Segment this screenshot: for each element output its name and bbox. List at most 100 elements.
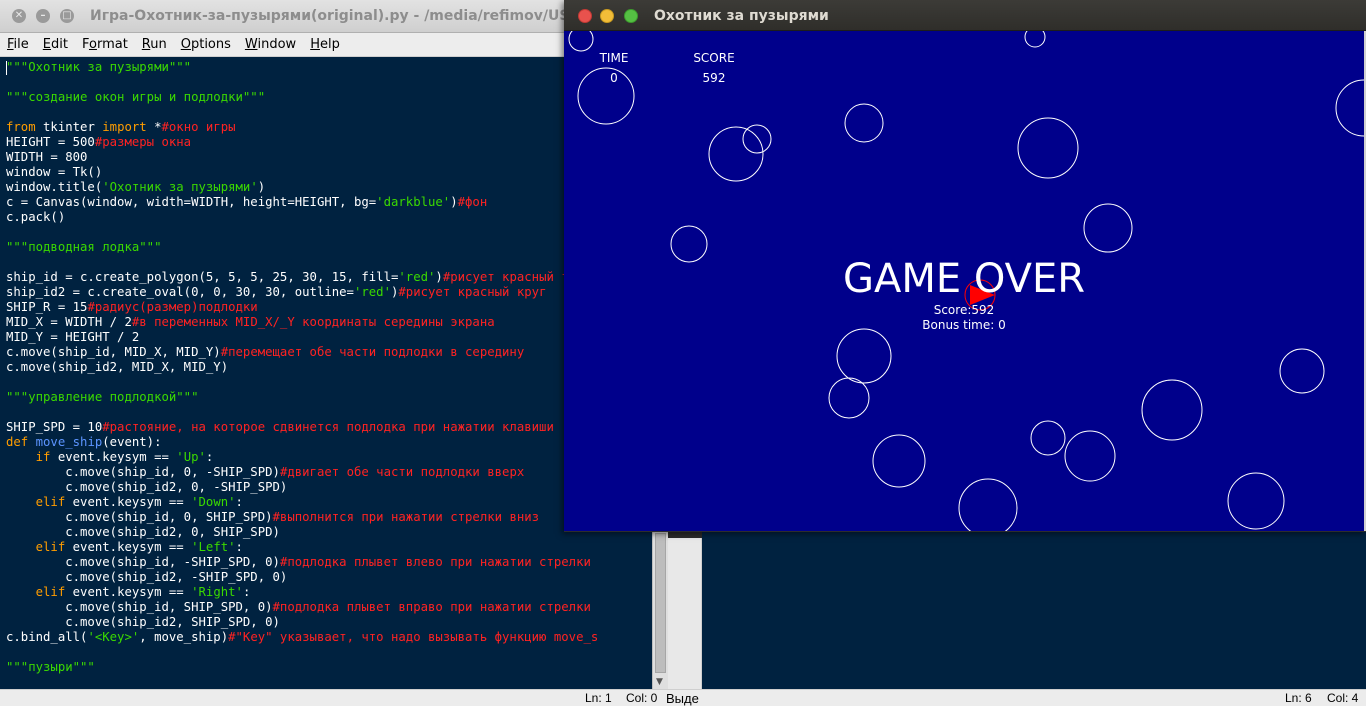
code-token: , move_ship)	[139, 630, 229, 644]
bubble	[1083, 203, 1133, 253]
code-token: #рисует красный круг	[398, 285, 547, 299]
code-token: c.move(ship_id2, 0, SHIP_SPD)	[6, 525, 280, 539]
code-line: c.move(ship_id, 0, SHIP_SPD)#выполнится …	[6, 510, 652, 525]
menu-item-edit[interactable]: Edit	[36, 37, 75, 52]
game-titlebar[interactable]: Охотник за пузырями	[564, 0, 1366, 31]
scrollbar-thumb[interactable]	[655, 533, 666, 673]
code-line: HEIGHT = 500#размеры окна	[6, 135, 652, 150]
maximize-icon[interactable]	[624, 9, 638, 23]
code-token: c.move(ship_id, -SHIP_SPD, 0)	[6, 555, 280, 569]
code-token: c.move(ship_id, SHIP_SPD, 0)	[6, 600, 273, 614]
code-token: import	[102, 120, 147, 134]
bubble	[568, 31, 594, 52]
code-line: c.move(ship_id2, 0, -SHIP_SPD)	[6, 480, 652, 495]
game-title: Охотник за пузырями	[654, 8, 829, 24]
code-token: """создание окон игры и подлодки"""	[6, 90, 266, 104]
code-token: 'red'	[398, 270, 436, 284]
code-line: window.title('Охотник за пузырями')	[6, 180, 652, 195]
code-token: MID_X = WIDTH / 2	[6, 315, 132, 329]
code-line: c.move(ship_id, SHIP_SPD, 0)#подлодка пл…	[6, 600, 652, 615]
code-line: ship_id2 = c.create_oval(0, 0, 30, 30, o…	[6, 285, 652, 300]
code-token: #радиус(размер)подлодки	[87, 300, 258, 314]
editor-statusbar: Ln: 1 Col: 0	[0, 689, 668, 706]
code-token: #растояние, на которое сдвинется подлодк…	[102, 420, 554, 434]
code-token: move_ship	[35, 435, 103, 449]
code-token: :	[235, 495, 243, 509]
close-icon[interactable]	[578, 9, 592, 23]
minimize-icon[interactable]: –	[36, 9, 50, 23]
bubble	[1279, 348, 1325, 394]
code-token: window.title(	[6, 180, 103, 194]
code-token: :	[242, 585, 251, 599]
bubble	[872, 434, 926, 488]
code-line: c.move(ship_id2, SHIP_SPD, 0)	[6, 615, 652, 630]
code-token: c.move(ship_id2, MID_X, MID_Y)	[6, 360, 229, 374]
bubble	[844, 103, 884, 143]
code-token: 'Left'	[191, 540, 236, 554]
bubble	[1024, 31, 1046, 48]
code-token: ship_id2 = c.create_oval(0, 0, 30, 30, o…	[6, 285, 354, 299]
menu-item-run[interactable]: Run	[135, 37, 174, 52]
code-token: #подлодка плывет вправо при нажатии стре…	[272, 600, 591, 614]
menu-item-help[interactable]: Help	[303, 37, 347, 52]
code-token: ship_id = c.create_polygon(5, 5, 5, 25, …	[6, 270, 399, 284]
code-line: c.pack()	[6, 210, 652, 225]
code-token: """подводная лодка"""	[6, 240, 162, 254]
line-number: Ln: 1	[585, 691, 612, 705]
editor-title: Игра-Охотник-за-пузырями(original).py - …	[90, 8, 570, 24]
code-token: c.bind_all(	[6, 630, 88, 644]
menu-item-options[interactable]: Options	[174, 37, 238, 52]
code-token: '<Key>'	[87, 630, 140, 644]
code-line: SHIP_R = 15#радиус(размер)подлодки	[6, 300, 652, 315]
code-line: def move_ship(event):	[6, 435, 652, 450]
code-token: c.move(ship_id, MID_X, MID_Y)	[6, 345, 221, 359]
menu-item-format[interactable]: Format	[75, 37, 135, 52]
shell-text-area[interactable]	[702, 530, 1366, 689]
code-token: SHIP_SPD = 10	[6, 420, 103, 434]
code-token: def	[6, 435, 29, 449]
code-token: """пузыри"""	[6, 660, 95, 674]
code-token: c.move(ship_id2, SHIP_SPD, 0)	[6, 615, 280, 629]
code-line: window = Tk()	[6, 165, 652, 180]
minimize-icon[interactable]	[600, 9, 614, 23]
code-token: #окно игры	[161, 120, 236, 134]
code-token: #в переменных MID_X/_Y координаты середи…	[131, 315, 495, 329]
code-token: *	[146, 120, 162, 134]
time-value: 0	[610, 71, 618, 85]
code-token: if	[35, 450, 51, 464]
code-line: """Охотник за пузырями"""	[6, 60, 652, 75]
menu-item-window[interactable]: Window	[238, 37, 303, 52]
scroll-down-icon[interactable]: ▼	[656, 677, 663, 687]
code-token: )	[435, 270, 443, 284]
shell-statusbar: Выде Ln: 6 Col: 4	[666, 689, 1366, 706]
code-line: c.move(ship_id, 0, -SHIP_SPD)#двигает об…	[6, 465, 652, 480]
code-editor[interactable]: """Охотник за пузырями""" """создание ок…	[0, 57, 652, 689]
code-token: 'Down'	[191, 495, 236, 509]
shell-window: Выде Ln: 6 Col: 4	[666, 530, 1366, 706]
game-over-text: GAME OVER	[842, 256, 1086, 302]
code-token: event.keysym ==	[50, 450, 177, 464]
bonus-time-text: Bonus time: 0	[922, 318, 1006, 332]
bubble	[708, 126, 764, 182]
game-canvas[interactable]: TIME 0 SCORE 592 GAME OVER Score:592 Bon…	[564, 31, 1364, 531]
bubble	[1017, 117, 1079, 179]
maximize-icon[interactable]: □	[60, 9, 74, 23]
bubble	[1141, 379, 1203, 441]
code-token: 'Охотник за пузырями'	[102, 180, 258, 194]
code-token: SHIP_R = 15	[6, 300, 88, 314]
code-token: WIDTH = 800	[6, 150, 88, 164]
code-token: #размеры окна	[94, 135, 192, 149]
code-token: #перемещает обе части подлодки в середин…	[220, 345, 525, 359]
code-token: #подлодка плывет влево при нажатии стрел…	[279, 555, 591, 569]
code-token: )	[450, 195, 458, 209]
code-token: window = Tk()	[6, 165, 103, 179]
menu-item-file[interactable]: File	[0, 37, 36, 52]
code-token: c.pack()	[6, 210, 66, 224]
code-token: :	[205, 450, 214, 464]
code-line: """управление подлодкой"""	[6, 390, 652, 405]
close-icon[interactable]: ✕	[12, 9, 26, 23]
